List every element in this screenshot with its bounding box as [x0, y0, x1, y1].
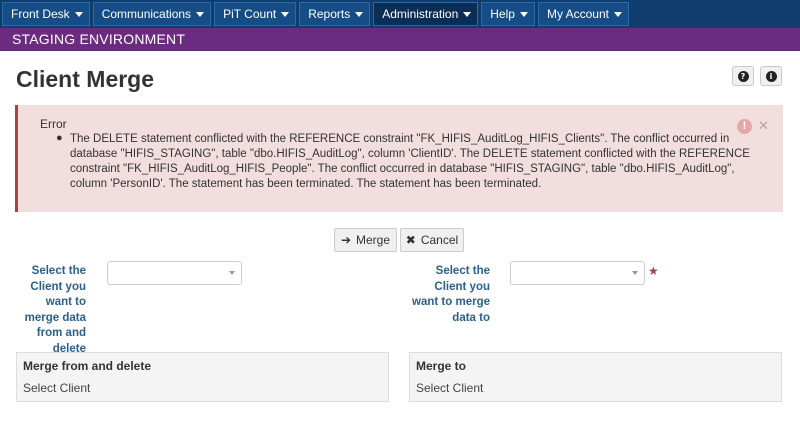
times-icon: ✖	[405, 233, 416, 247]
cancel-button[interactable]: ✖ Cancel	[400, 228, 464, 252]
merge-from-panel-value: Select Client	[23, 381, 91, 395]
nav-communications[interactable]: Communications	[92, 2, 212, 26]
chevron-down-icon	[229, 271, 235, 275]
arrow-right-icon: ➔	[340, 233, 352, 247]
chevron-down-icon	[74, 11, 83, 17]
nav-label: Help	[490, 7, 515, 21]
nav-help[interactable]: Help	[481, 2, 535, 26]
merge-from-panel: Merge from and delete Select Client	[16, 352, 389, 402]
merge-to-select[interactable]	[510, 261, 645, 285]
merge-button[interactable]: ➔ Merge	[334, 228, 397, 252]
chevron-down-icon	[355, 11, 364, 17]
chevron-down-icon	[519, 11, 528, 17]
error-message: The DELETE statement conflicted with the…	[70, 133, 750, 190]
nav-reports[interactable]: Reports	[299, 2, 371, 26]
question-circle-icon: ?	[737, 70, 749, 82]
page-title: Client Merge	[16, 66, 155, 92]
close-icon[interactable]: ✕	[758, 118, 769, 134]
nav-administration[interactable]: Administration	[373, 2, 479, 26]
top-navbar: Front Desk Communications PiT Count Repo…	[0, 0, 800, 28]
help-button[interactable]: ?	[732, 66, 754, 86]
chevron-down-icon	[632, 271, 638, 275]
nav-front-desk[interactable]: Front Desk	[2, 2, 90, 26]
merge-to-panel: Merge to Select Client	[409, 352, 782, 402]
merge-from-select[interactable]	[107, 261, 242, 285]
error-alert: Error ● The DELETE statement conflicted …	[15, 105, 783, 212]
info-circle-icon: i	[765, 70, 777, 82]
chevron-down-icon	[613, 11, 622, 17]
nav-label: Communications	[101, 7, 192, 21]
nav-label: Front Desk	[11, 7, 70, 21]
error-title: Error	[40, 117, 67, 131]
merge-to-panel-value: Select Client	[416, 381, 484, 395]
merge-from-label: Select the Client you want to merge data…	[24, 265, 86, 355]
merge-to-panel-title: Merge to	[416, 359, 467, 373]
chevron-down-icon	[463, 11, 472, 17]
chevron-down-icon	[196, 11, 205, 17]
cancel-label: Cancel	[420, 233, 459, 247]
info-button[interactable]: i	[760, 66, 782, 86]
bullet-icon: ●	[56, 132, 63, 144]
required-star-icon: ★	[648, 264, 659, 278]
nav-pit-count[interactable]: PiT Count	[214, 2, 297, 26]
environment-banner: STAGING ENVIRONMENT	[0, 28, 800, 51]
nav-label: Reports	[308, 7, 351, 21]
nav-label: My Account	[546, 7, 609, 21]
nav-my-account[interactable]: My Account	[537, 2, 629, 26]
exclamation-circle-icon: !	[737, 119, 752, 134]
merge-from-panel-title: Merge from and delete	[23, 359, 152, 373]
merge-to-label: Select the Client you want to merge data…	[412, 265, 490, 324]
merge-label: Merge	[356, 233, 391, 247]
nav-label: Administration	[382, 7, 459, 21]
chevron-down-icon	[281, 11, 290, 17]
nav-label: PiT Count	[223, 7, 277, 21]
